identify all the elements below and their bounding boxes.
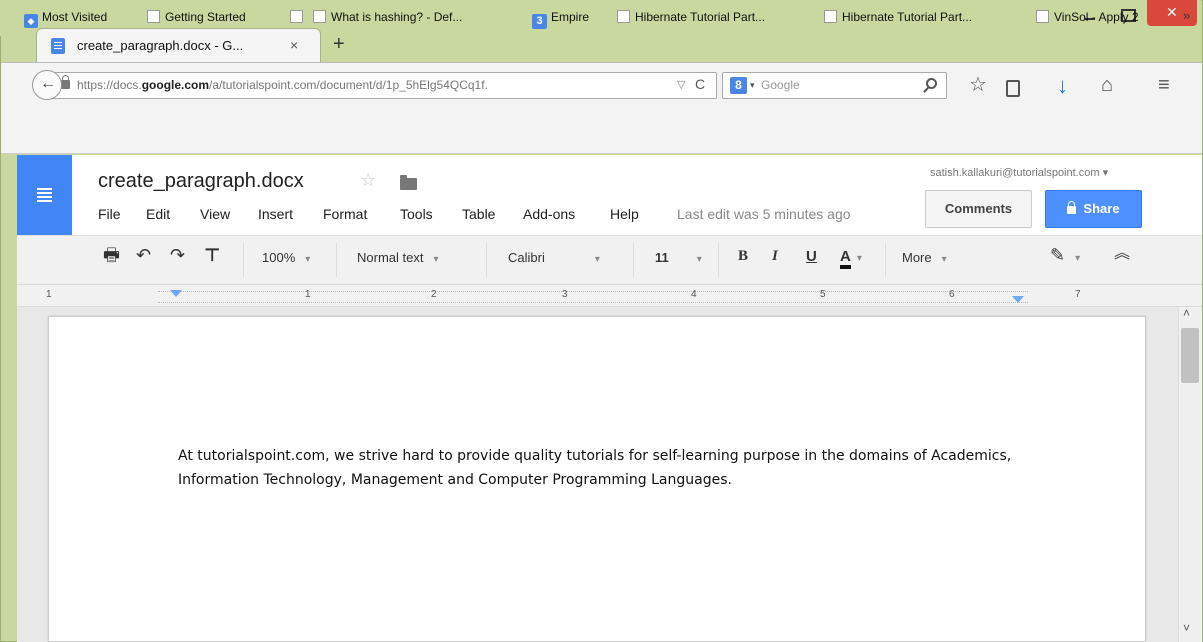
search-icon[interactable] [926,78,937,89]
bookmark-page-icon [313,10,326,23]
formatting-toolbar [17,235,1202,285]
ruler-number: 4 [691,289,697,300]
account-label[interactable]: satish.kallakuri@tutorialspoint.com ▾ [930,166,1108,179]
bookmarks-bar [1,122,1202,154]
clipboard-icon[interactable] [1006,80,1020,97]
menu-format[interactable]: Format [323,206,367,222]
browser-tab[interactable]: create_paragraph.docx - G... × [36,28,321,62]
menu-add-ons[interactable]: Add-ons [523,206,575,222]
text-color-button[interactable]: A ▾ [840,248,862,269]
ruler-number: 7 [1075,289,1081,300]
left-indent-handle[interactable] [170,290,182,297]
ruler-number: 6 [949,289,955,300]
menu-icon[interactable]: ≡ [1158,75,1170,95]
bookmark-untitled[interactable] [290,10,308,24]
menu-edit[interactable]: Edit [146,206,170,222]
back-button[interactable] [32,70,62,100]
empire-icon: 3 [532,14,547,29]
more-button[interactable]: More ▾ [902,250,947,265]
toolbar-divider [336,243,337,277]
most-visited-icon: ◆ [24,14,38,28]
right-indent-handle[interactable] [1012,296,1024,303]
redo-icon[interactable]: ↷ [170,246,185,264]
address-bar[interactable]: https://docs.google.com/a/tutorialspoint… [50,72,717,99]
tab-title: create_paragraph.docx - G... [77,38,244,53]
home-icon[interactable]: ⌂ [1101,75,1113,95]
menu-file[interactable]: File [98,206,121,222]
collapse-toolbar-icon[interactable]: ︽ [1114,246,1130,262]
style-select[interactable]: Normal text ▾ [357,250,439,265]
ruler-number: 5 [820,289,826,300]
search-engine-icon[interactable]: 8 [730,77,747,94]
download-icon[interactable]: ↓ [1057,75,1068,97]
reload-icon[interactable]: C [695,76,705,92]
bookmarks-overflow-icon[interactable]: » [1183,8,1190,23]
document-title[interactable]: create_paragraph.docx [98,170,304,193]
lock-icon [61,75,70,89]
document-paragraph[interactable]: At tutorialspoint.com, we strive hard to… [178,444,1058,492]
menu-insert[interactable]: Insert [258,206,293,222]
last-edit-status[interactable]: Last edit was 5 minutes ago [677,206,851,222]
url-dropdown-icon[interactable]: ▽ [677,78,685,91]
ruler-number: 3 [562,289,568,300]
menu-tools[interactable]: Tools [400,206,433,222]
italic-button[interactable]: I [772,248,778,265]
print-icon[interactable]: 🖶 [103,246,120,264]
scroll-up-icon[interactable]: ˄ [1183,306,1190,320]
bookmark-most-visited[interactable]: ◆ Most Visited [24,10,107,28]
toolbar-divider [243,243,244,277]
menu-table[interactable]: Table [462,206,495,222]
folder-icon[interactable] [400,175,417,190]
ruler-number: 1 [305,289,311,300]
bookmark-page-icon [617,10,630,23]
menu-view[interactable]: View [200,206,230,222]
share-label: Share [1083,201,1120,216]
undo-icon[interactable]: ↶ [136,246,151,264]
share-button[interactable]: Share [1045,190,1142,228]
bold-button[interactable]: B [738,248,748,265]
bookmark-empire[interactable]: 3 Empire [532,10,589,29]
paint-format-icon[interactable]: ⊤ [204,246,220,264]
tab-close-icon[interactable]: × [290,37,298,53]
search-input[interactable]: Google [761,78,800,92]
bookmark-page-icon [290,10,303,23]
toolbar-divider [885,243,886,277]
toolbar-divider [633,243,634,277]
ruler-track [158,291,1028,303]
comments-button[interactable]: Comments [925,190,1032,228]
docs-favicon-icon [51,38,65,54]
ruler-number: 2 [431,289,437,300]
bookmark-hibernate-2[interactable]: Hibernate Tutorial Part... [824,10,972,24]
ruler-number: 1 [46,289,52,300]
scroll-down-icon[interactable]: ˅ [1183,621,1190,635]
bookmark-page-icon [824,10,837,23]
search-bar[interactable]: 8 ▾ Google [722,72,947,99]
bookmark-page-icon [1036,10,1049,23]
bookmark-hashing[interactable]: What is hashing? - Def... [313,10,462,24]
share-lock-icon [1067,201,1077,214]
bookmark-star-icon[interactable]: ☆ [969,75,987,95]
toolbar-divider [486,243,487,277]
bookmark-vinsol[interactable]: VinSol - Apply 2 [1036,10,1139,24]
url-text[interactable]: https://docs.google.com/a/tutorialspoint… [77,78,488,92]
search-engine-dropdown-icon[interactable]: ▾ [750,80,755,91]
font-select[interactable]: Calibri ▾ [508,250,600,265]
toolbar-divider [718,243,719,277]
zoom-select[interactable]: 100% ▾ [262,250,310,265]
menu-help[interactable]: Help [610,206,639,222]
editing-mode-icon[interactable]: ✎ ▾ [1050,246,1080,264]
star-document-icon[interactable]: ☆ [360,170,376,191]
scrollbar-thumb[interactable] [1181,328,1199,383]
bookmark-getting-started[interactable]: Getting Started [147,10,246,24]
docs-home-icon[interactable] [17,155,72,235]
underline-button[interactable]: U [806,248,817,265]
bookmark-hibernate-1[interactable]: Hibernate Tutorial Part... [617,10,765,24]
new-tab-button[interactable]: + [333,34,345,54]
bookmark-page-icon [147,10,160,23]
font-size-select[interactable]: 11 ▾ [655,250,702,265]
